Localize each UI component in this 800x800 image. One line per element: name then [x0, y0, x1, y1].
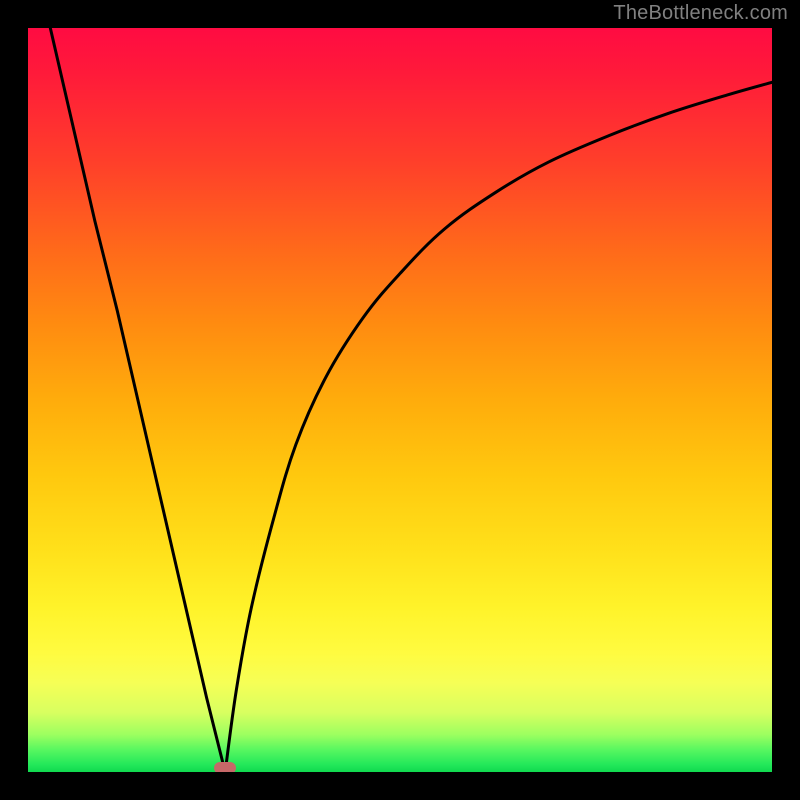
plot-area — [28, 28, 772, 772]
curve-right-branch — [225, 82, 772, 772]
curve-left-branch — [50, 28, 225, 772]
chart-frame: TheBottleneck.com — [0, 0, 800, 800]
watermark-text: TheBottleneck.com — [613, 2, 788, 25]
minimum-marker — [214, 762, 236, 772]
curve-layer — [28, 28, 772, 772]
